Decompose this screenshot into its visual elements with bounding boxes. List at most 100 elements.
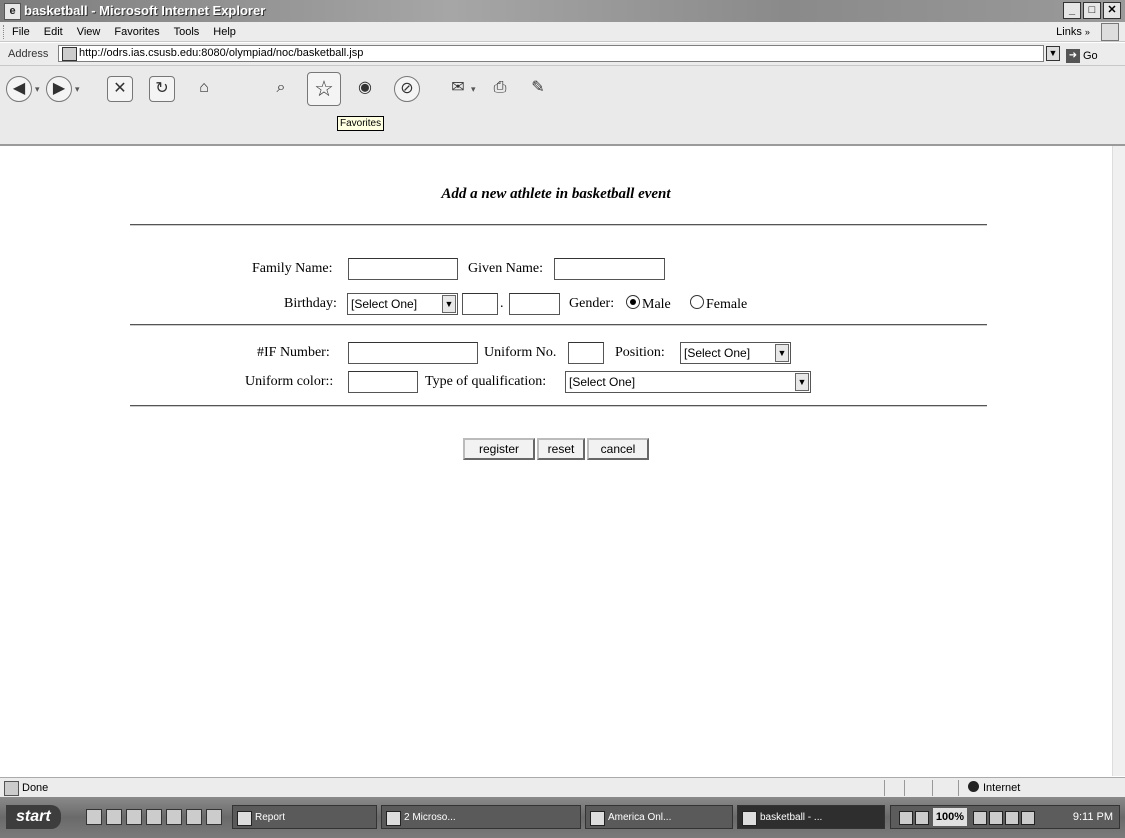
quicklaunch-browser-icon[interactable] — [106, 809, 122, 825]
menu-favorites[interactable]: Favorites — [114, 22, 159, 42]
quicklaunch-ie-icon[interactable] — [86, 809, 102, 825]
tray-icon[interactable] — [1005, 811, 1019, 825]
mail-dropdown-icon[interactable]: ▾ — [471, 84, 476, 95]
cancel-button[interactable]: cancel — [587, 438, 649, 460]
status-divider — [932, 780, 933, 796]
uniform-color-input[interactable] — [348, 371, 418, 393]
maximize-button[interactable]: □ — [1083, 2, 1101, 19]
gender-female-option[interactable]: Female — [690, 295, 747, 314]
search-icon[interactable]: ⌕ — [268, 76, 294, 102]
qualification-label: Type of qualification: — [425, 374, 547, 389]
family-name-input[interactable] — [348, 258, 458, 280]
radio-male[interactable] — [626, 295, 640, 309]
task-america-online[interactable]: America Onl... — [585, 805, 733, 829]
birthday-day-input[interactable] — [462, 293, 498, 315]
birthday-year-input[interactable] — [509, 293, 560, 315]
address-bar: Address http://odrs.ias.csusb.edu:8080/o… — [0, 43, 1125, 66]
task-microsoft-label: 2 Microso... — [404, 812, 456, 823]
mail-icon[interactable]: ✉ — [445, 76, 471, 102]
refresh-icon[interactable]: ↻ — [149, 76, 175, 102]
minimize-button[interactable]: _ — [1063, 2, 1081, 19]
system-tray: 100% 9:11 PM — [890, 805, 1120, 829]
quicklaunch-desktop-icon[interactable] — [206, 809, 222, 825]
uniform-no-input[interactable] — [568, 342, 604, 364]
security-zone-label: Internet — [983, 782, 1021, 794]
links-button[interactable]: Links — [1056, 26, 1082, 38]
address-url: http://odrs.ias.csusb.edu:8080/olympiad/… — [79, 47, 364, 59]
home-icon[interactable]: ⌂ — [191, 76, 217, 102]
menu-view[interactable]: View — [77, 22, 101, 42]
vertical-scrollbar[interactable] — [1112, 146, 1125, 776]
qualification-select[interactable]: [Select One] ▼ — [565, 371, 811, 393]
menu-file[interactable]: File — [12, 22, 30, 42]
divider-top — [130, 224, 987, 226]
if-number-input[interactable] — [348, 342, 478, 364]
gender-label: Gender: — [569, 296, 615, 311]
ie-window-icon — [742, 811, 757, 826]
zoom-indicator[interactable]: 100% — [933, 808, 967, 826]
close-button[interactable]: ✕ — [1103, 2, 1121, 19]
print-icon[interactable]: ⎙ — [487, 76, 513, 102]
chevron-right-icon[interactable]: » — [1085, 27, 1090, 37]
address-input[interactable]: http://odrs.ias.csusb.edu:8080/olympiad/… — [58, 45, 1044, 62]
address-label: Address — [8, 48, 49, 60]
page-icon — [62, 47, 77, 61]
birthday-month-value: [Select One] — [351, 297, 418, 311]
given-name-input[interactable] — [554, 258, 665, 280]
status-bar: Done Internet — [0, 777, 1125, 798]
stop-icon[interactable]: ✕ — [107, 76, 133, 102]
back-dropdown-icon[interactable]: ▾ — [35, 84, 40, 95]
menu-help[interactable]: Help — [213, 22, 236, 42]
globe-icon — [968, 781, 979, 792]
aol-icon — [590, 811, 605, 826]
favorites-star-icon[interactable]: ☆ — [307, 72, 341, 106]
go-button[interactable]: ➜ Go — [1066, 45, 1098, 67]
tray-icon[interactable] — [1021, 811, 1035, 825]
menu-tools[interactable]: Tools — [174, 22, 200, 42]
forward-icon[interactable]: ▶ — [46, 76, 72, 102]
quicklaunch-messenger-icon[interactable] — [186, 809, 202, 825]
window-controls: _ □ ✕ — [1063, 2, 1121, 19]
gender-female-label: Female — [706, 297, 748, 312]
start-button[interactable]: start — [6, 805, 61, 829]
standard-toolbar: ◀ ▾ ▶ ▾ ✕ ↻ ⌂ ⌕ ☆ ◉ ⊘ ✉ ▾ ⎙ ✎ Favorites — [0, 66, 1125, 146]
back-icon[interactable]: ◀ — [6, 76, 32, 102]
divider-bottom — [130, 405, 987, 407]
toolbar-grip[interactable] — [3, 25, 7, 39]
address-dropdown-icon[interactable]: ▼ — [1046, 46, 1060, 61]
task-report[interactable]: Report — [232, 805, 377, 829]
tray-icon[interactable] — [915, 811, 929, 825]
task-report-label: Report — [255, 812, 286, 823]
qualification-value: [Select One] — [569, 375, 636, 389]
chevron-down-icon: ▼ — [442, 295, 456, 313]
register-button[interactable]: register — [463, 438, 535, 460]
media-icon[interactable]: ◉ — [352, 76, 378, 102]
tray-icon[interactable] — [899, 811, 913, 825]
clock: 9:11 PM — [1072, 811, 1113, 823]
chevron-down-icon: ▼ — [775, 344, 789, 362]
menu-bar: File Edit View Favorites Tools Help Link… — [0, 22, 1125, 42]
reset-button[interactable]: reset — [537, 438, 585, 460]
uniform-color-label: Uniform color:: — [245, 374, 334, 389]
window-title: basketball - Microsoft Internet Explorer — [24, 3, 266, 18]
history-icon[interactable]: ⊘ — [394, 76, 420, 102]
edit-page-icon[interactable]: ✎ — [525, 76, 551, 102]
radio-female[interactable] — [690, 295, 704, 309]
quicklaunch-mail-icon[interactable] — [126, 809, 142, 825]
birthday-label: Birthday: — [284, 296, 337, 311]
volume-icon[interactable] — [989, 811, 1003, 825]
task-microsoft[interactable]: 2 Microso... — [381, 805, 581, 829]
position-label: Position: — [615, 345, 665, 360]
gender-male-option[interactable]: Male — [626, 295, 671, 314]
menu-edit[interactable]: Edit — [44, 22, 63, 42]
forward-dropdown-icon[interactable]: ▾ — [75, 84, 80, 95]
quicklaunch-search-icon[interactable] — [166, 809, 182, 825]
task-basketball[interactable]: basketball - ... — [737, 805, 885, 829]
network-icon[interactable] — [973, 811, 987, 825]
position-select[interactable]: [Select One] ▼ — [680, 342, 791, 364]
status-divider — [884, 780, 885, 796]
title-bar[interactable]: e basketball - Microsoft Internet Explor… — [0, 0, 1125, 22]
task-basketball-label: basketball - ... — [760, 812, 823, 823]
birthday-month-select[interactable]: [Select One] ▼ — [347, 293, 458, 315]
quicklaunch-media-icon[interactable] — [146, 809, 162, 825]
